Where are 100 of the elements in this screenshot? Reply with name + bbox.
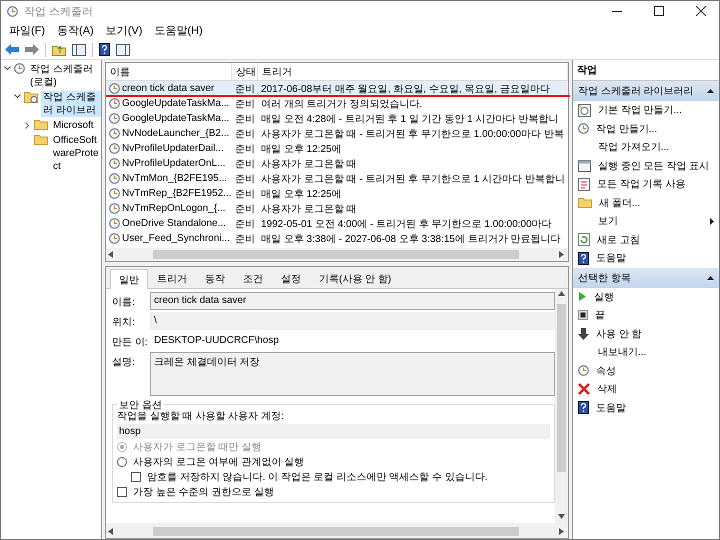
clock-icon	[109, 83, 120, 94]
action-item[interactable]: 실행	[594, 290, 714, 304]
action-item[interactable]: 삭제	[597, 382, 714, 396]
folder-icon	[34, 134, 48, 145]
option-label: 사용자의 로그온 여부에 관계없이 실행	[133, 456, 304, 469]
task-name[interactable]: GoogleUpdateTaskMa...	[122, 113, 230, 124]
horizontal-scrollbar[interactable]	[106, 248, 568, 261]
refresh-icon	[578, 233, 590, 246]
table-cell-text: 매일 오전 4:28에 - 트리거된 후 1 일 기간 동안 1 시간마다 반복합니	[260, 112, 560, 126]
table-cell-text: 준비	[234, 158, 256, 170]
back-arrow-icon[interactable]	[5, 44, 19, 55]
task-name[interactable]: GoogleUpdateTaskMa...	[122, 98, 230, 109]
table-cell-text: 준비	[234, 128, 256, 140]
forward-arrow-icon[interactable]	[25, 44, 39, 55]
task-name[interactable]: NvNodeLauncher_{B2...	[122, 128, 230, 139]
vertical-scrollbar[interactable]	[555, 289, 568, 523]
clock-icon	[109, 233, 120, 244]
wizard-task-icon	[578, 104, 591, 117]
tree-item[interactable]: 작업 스케줄러 (로컬)	[28, 63, 101, 89]
stop-icon	[578, 310, 588, 320]
folder-icon	[578, 197, 592, 208]
action-item[interactable]: 실행 중인 모든 작업 표시	[598, 158, 714, 173]
action-item[interactable]: 속성	[596, 364, 714, 378]
task-name[interactable]: NvTmRepOnLogon_{...	[122, 203, 226, 214]
section-header[interactable]: 작업 스케줄러 라이브러리	[573, 81, 719, 101]
table-cell-text: 매일 오후 12:25에	[260, 188, 343, 200]
maximize-icon[interactable]	[654, 6, 664, 16]
action-item[interactable]: 내보내기...	[598, 345, 714, 360]
menu-item[interactable]: 보기(V)	[106, 23, 142, 38]
app-icon	[7, 6, 18, 16]
folder-icon	[34, 119, 48, 130]
checkbox[interactable]	[131, 472, 141, 482]
action-item[interactable]: 기본 작업 만들기...	[598, 103, 714, 118]
option-label: 가장 높은 수준의 권한으로 실행	[133, 486, 274, 499]
task-name[interactable]: OneDrive Standalone...	[122, 218, 226, 229]
collapse-icon[interactable]	[4, 66, 10, 71]
menu-item[interactable]: 파일(F)	[9, 23, 46, 38]
task-name[interactable]: creon tick data saver	[122, 83, 214, 94]
clock-icon	[109, 188, 120, 199]
table-cell-text: 준비	[234, 142, 256, 156]
tree-item[interactable]: 작업 스케줄러 라이브러	[41, 91, 101, 117]
scroll-arrow-icon[interactable]	[108, 528, 115, 535]
action-item[interactable]: 새 폴더...	[599, 196, 714, 210]
window-title: 작업 스케줄러	[24, 4, 94, 18]
tab[interactable]: 일반	[110, 269, 148, 289]
clock-icon	[109, 218, 120, 229]
option-label: 암호를 저장하지 않습니다. 이 작업은 로컬 리소스에만 액세스할 수 있습니다.	[147, 471, 488, 484]
task-name[interactable]: NvTmMon_{B2FE195...	[122, 173, 228, 184]
close-icon[interactable]	[696, 6, 706, 16]
folder-up-icon[interactable]	[52, 44, 66, 56]
action-item[interactable]: 도움말	[596, 400, 714, 415]
collapse-icon[interactable]	[14, 94, 20, 99]
submenu-arrow-icon	[710, 218, 714, 225]
task-name[interactable]: NvProfileUpdaterDail...	[122, 143, 224, 154]
minimize-icon[interactable]	[612, 10, 622, 12]
action-item[interactable]: 끝	[595, 308, 714, 322]
table-cell-text: 준비	[234, 172, 256, 186]
table-cell-text: 2017-06-08부터 매주 월요일, 화요일, 수요일, 목요일, 금요일마다	[260, 82, 551, 96]
down-arrow-icon	[578, 328, 589, 340]
task-name[interactable]: User_Feed_Synchroni...	[122, 233, 230, 244]
column-header[interactable]: 트리거	[258, 63, 568, 80]
action-item[interactable]: 사용 안 함	[596, 326, 714, 341]
action-item[interactable]: 작업 만들기...	[596, 122, 714, 136]
menu-item[interactable]: 도움말(H)	[154, 23, 203, 38]
clock-icon	[14, 63, 25, 74]
column-header[interactable]: 이름	[106, 63, 232, 80]
field-label: 설명:	[112, 356, 136, 369]
help-icon[interactable]	[99, 43, 110, 56]
clock-icon	[578, 123, 589, 134]
radio-button[interactable]	[117, 457, 127, 467]
column-header[interactable]: 상태	[232, 63, 258, 80]
panel-icon[interactable]	[116, 44, 130, 56]
field-label: 이름:	[112, 296, 136, 309]
expand-icon[interactable]	[24, 122, 30, 129]
tree-item[interactable]: Microsoft	[51, 119, 96, 132]
scroll-arrow-icon[interactable]	[108, 251, 115, 258]
action-item[interactable]: 모든 작업 기록 사용	[597, 177, 714, 192]
action-item[interactable]: 도움말	[596, 251, 714, 266]
action-item[interactable]: 보기	[598, 214, 703, 228]
task-name[interactable]: NvProfileUpdaterOnL...	[122, 158, 226, 169]
description-field[interactable]: 크레온 체결데이터 저장	[150, 352, 555, 396]
collapse-icon	[707, 276, 714, 280]
tree-item[interactable]: OfficeSoftwareProtect	[51, 134, 101, 173]
action-item[interactable]: 작업 가져오기...	[598, 140, 714, 154]
scroll-arrow-icon[interactable]	[558, 291, 565, 298]
panel-icon[interactable]	[72, 44, 86, 56]
action-item[interactable]: 새로 고침	[597, 232, 714, 247]
name-field[interactable]: creon tick data saver	[150, 292, 555, 310]
table-cell-text: 사용자가 로그온할 때	[260, 158, 358, 170]
location-field[interactable]: \	[150, 312, 555, 330]
account-field[interactable]: hosp	[117, 424, 550, 439]
group-title: 보안 옵션	[117, 398, 164, 412]
section-header[interactable]: 선택한 항목	[573, 268, 719, 288]
scroll-arrow-icon[interactable]	[558, 251, 566, 258]
task-name[interactable]: NvTmRep_{B2FE1952...	[122, 188, 232, 199]
help-icon	[578, 401, 589, 414]
table-cell-text: 매일 오후 3:38에 - 2027-06-08 오후 3:38:15에 트리거가 만료됩니다	[260, 232, 562, 246]
checkbox[interactable]	[117, 487, 127, 497]
clock-icon	[109, 173, 120, 184]
menu-item[interactable]: 동작(A)	[57, 23, 94, 38]
